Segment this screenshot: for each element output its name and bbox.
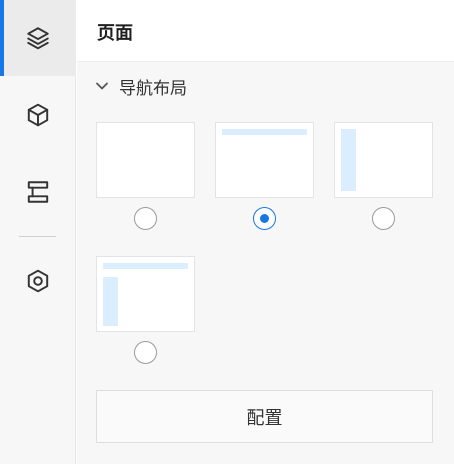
- layout-thumb-top-nav[interactable]: [215, 122, 314, 198]
- hexagon-settings-icon: [27, 269, 49, 293]
- layout-thumb-blank[interactable]: [96, 122, 195, 198]
- panel-header: 页面: [77, 0, 454, 62]
- side-nav-bar: [341, 129, 356, 191]
- top-nav-bar: [103, 263, 188, 269]
- config-button[interactable]: 配置: [96, 390, 433, 443]
- layout-radio-side-nav[interactable]: [372, 207, 395, 230]
- layout-radio-top-side-nav[interactable]: [134, 341, 157, 364]
- layout-radio-blank[interactable]: [134, 207, 157, 230]
- page-panel: 页面 导航布局 配置: [77, 0, 454, 464]
- rail-item-layout[interactable]: [0, 154, 76, 230]
- top-nav-bar: [222, 129, 307, 135]
- panel-title: 页面: [97, 23, 133, 44]
- nav-layout-section-toggle[interactable]: 导航布局: [95, 74, 187, 99]
- cube-icon: [27, 103, 49, 127]
- layout-component-icon: [27, 181, 49, 203]
- icon-rail: [0, 0, 76, 464]
- rail-item-components[interactable]: [0, 77, 76, 153]
- layout-radio-top-nav[interactable]: [253, 207, 276, 230]
- section-title: 导航布局: [119, 78, 187, 99]
- rail-item-layers[interactable]: [0, 0, 76, 76]
- layout-thumb-top-side-nav[interactable]: [96, 256, 195, 332]
- rail-divider: [19, 236, 56, 237]
- layers-icon: [27, 27, 49, 50]
- rail-item-settings[interactable]: [0, 243, 76, 319]
- layout-thumb-side-nav[interactable]: [334, 122, 433, 198]
- chevron-down-icon: [96, 82, 108, 90]
- side-nav-bar: [103, 277, 118, 326]
